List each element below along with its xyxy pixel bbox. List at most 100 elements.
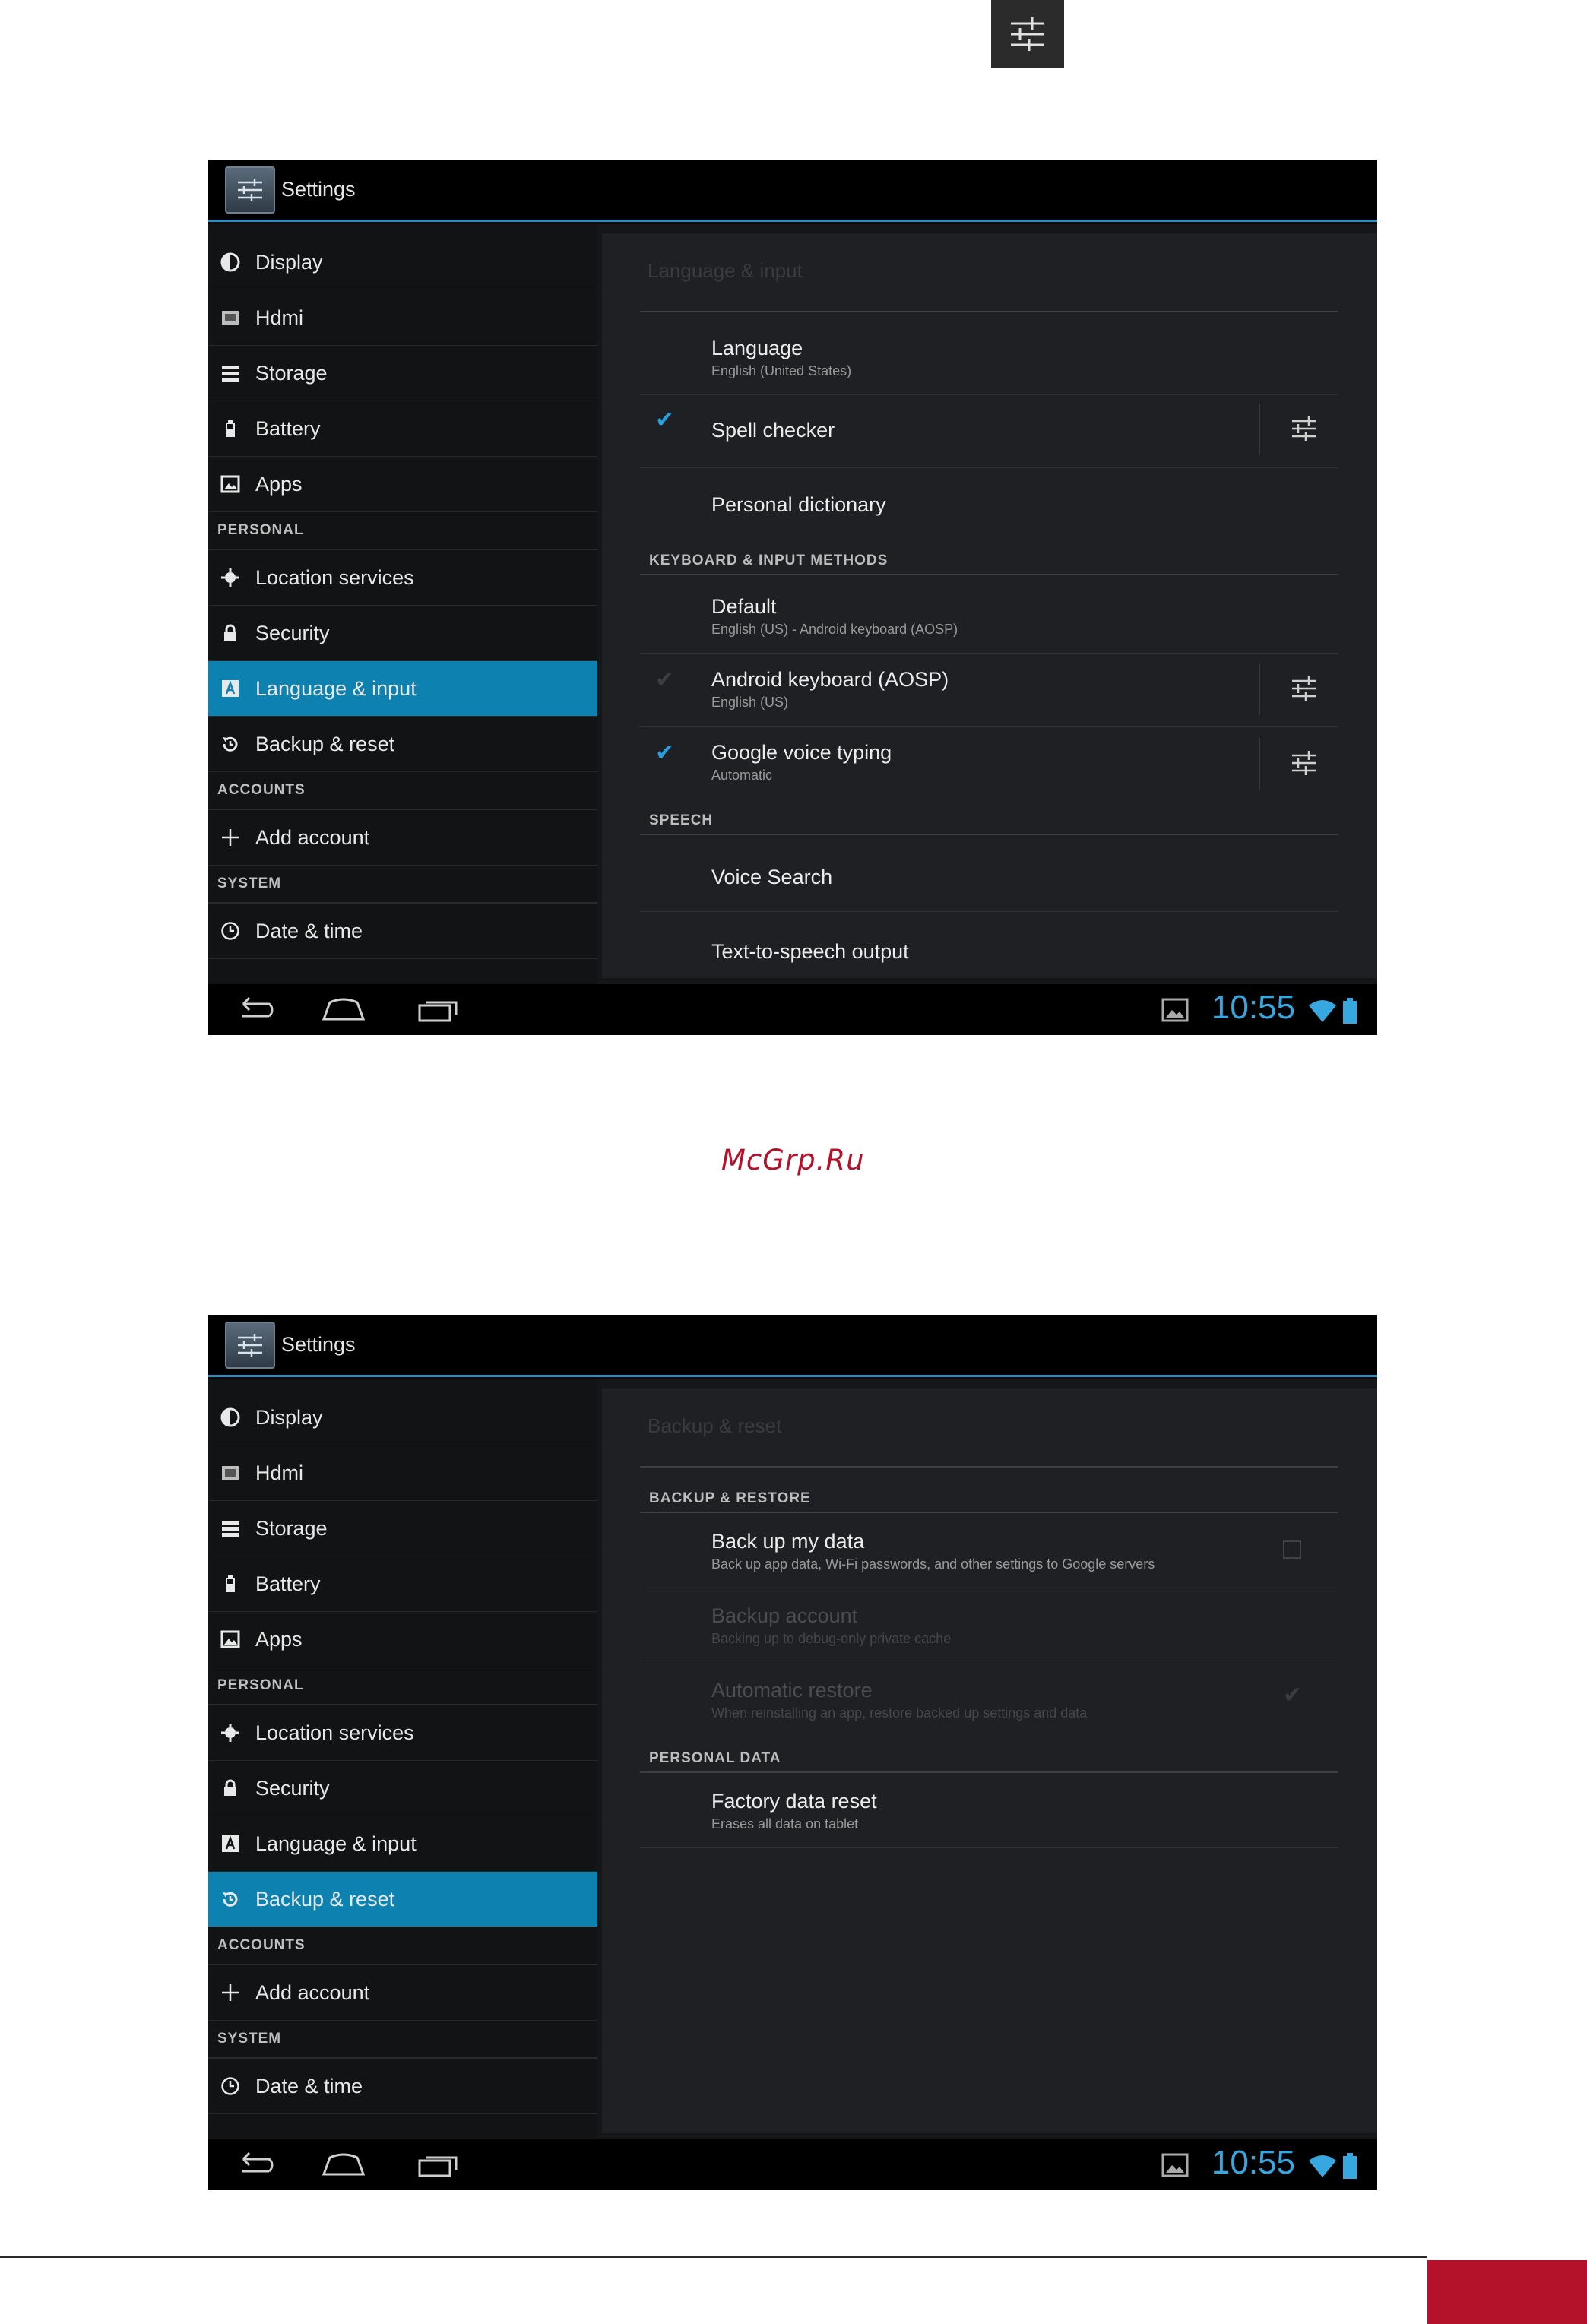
section-header-speech: SPEECH (649, 812, 714, 828)
section-header-system: SYSTEM (208, 866, 597, 904)
section-header-backup-restore: BACKUP & RESTORE (649, 1490, 811, 1506)
text-to-speech-setting[interactable]: Text-to-speech output (711, 940, 909, 964)
sidebar-item-display[interactable]: Display (208, 235, 597, 290)
plus-icon (219, 826, 242, 849)
section-header-personal: PERSONAL (208, 1667, 597, 1705)
android-keyboard-checkbox[interactable]: ✔ (655, 666, 674, 693)
action-bar: Settings (208, 160, 1377, 222)
divider (640, 574, 1338, 575)
battery-icon (219, 1572, 242, 1595)
default-keyboard-setting[interactable]: Default English (US) - Android keyboard … (711, 595, 958, 638)
android-keyboard-setting[interactable]: Android keyboard (AOSP) English (US) (711, 668, 949, 711)
sidebar-item-hdmi[interactable]: Hdmi (208, 1445, 597, 1501)
wifi-icon (1309, 2155, 1336, 2177)
settings-sidebar: Display Hdmi Storage Battery Apps PERSON… (208, 224, 597, 984)
settings-sidebar: Display Hdmi Storage Battery Apps PERSON… (208, 1379, 597, 2139)
back-icon[interactable] (231, 993, 277, 1027)
android-keyboard-settings-icon[interactable] (1289, 673, 1319, 704)
detail-pane: Backup & reset BACKUP & RESTORE Back up … (602, 1388, 1377, 2133)
hdmi-icon (219, 306, 242, 329)
divider (640, 1512, 1338, 1513)
divider (640, 311, 1338, 312)
spell-checker-checkbox[interactable]: ✔ (655, 407, 674, 433)
battery-icon (1343, 998, 1357, 1024)
divider (1259, 738, 1260, 790)
lock-icon (219, 622, 242, 644)
backup-account-setting: Backup account Backing up to debug-only … (711, 1604, 952, 1646)
clock-icon (219, 2075, 242, 2098)
sidebar-item-storage[interactable]: Storage (208, 1501, 597, 1556)
recents-icon[interactable] (415, 993, 461, 1027)
sidebar-item-backup-reset[interactable]: Backup & reset (208, 717, 597, 772)
backup-my-data-checkbox[interactable] (1283, 1540, 1301, 1559)
backup-icon (219, 733, 242, 755)
home-icon[interactable] (319, 2148, 368, 2182)
spell-checker-setting[interactable]: Spell checker (711, 419, 835, 442)
footer-rule (0, 2256, 1427, 2258)
automatic-restore-checkbox: ✔ (1283, 1683, 1303, 1708)
pane-title: Language & input (648, 259, 803, 282)
google-voice-typing-setting[interactable]: Google voice typing Automatic (711, 741, 892, 784)
google-voice-settings-icon[interactable] (1289, 748, 1319, 778)
app-title: Settings (281, 1333, 356, 1356)
divider (640, 1466, 1338, 1468)
footer-brand-tab (1427, 2260, 1587, 2324)
section-header-system: SYSTEM (208, 2021, 597, 2059)
section-header-accounts: ACCOUNTS (208, 1927, 597, 1965)
recents-icon[interactable] (415, 2148, 461, 2182)
location-icon (219, 1721, 242, 1744)
divider (640, 394, 1338, 395)
sidebar-item-storage[interactable]: Storage (208, 346, 597, 401)
storage-icon (219, 362, 242, 385)
divider (640, 911, 1338, 912)
wifi-icon (1309, 1000, 1336, 1022)
sidebar-item-add-account[interactable]: Add account (208, 1965, 597, 2021)
sidebar-item-date-time[interactable]: Date & time (208, 2059, 597, 2114)
sidebar-item-apps[interactable]: Apps (208, 1612, 597, 1667)
sidebar-item-security[interactable]: Security (208, 606, 597, 661)
personal-dictionary-setting[interactable]: Personal dictionary (711, 493, 886, 517)
sidebar-item-security[interactable]: Security (208, 1761, 597, 1816)
gallery-icon (1161, 2153, 1189, 2177)
sidebar-item-hdmi[interactable]: Hdmi (208, 290, 597, 346)
sidebar-item-battery[interactable]: Battery (208, 1556, 597, 1612)
spell-checker-settings-icon[interactable] (1289, 413, 1319, 444)
sidebar-item-display[interactable]: Display (208, 1390, 597, 1445)
settings-app-icon[interactable] (225, 166, 275, 214)
language-setting[interactable]: Language English (United States) (711, 337, 851, 379)
gallery-icon (1161, 998, 1189, 1022)
home-icon[interactable] (319, 993, 368, 1027)
sidebar-item-language-input[interactable]: Language & input (208, 1816, 597, 1872)
clock: 10:55 (1211, 2144, 1295, 2181)
divider (640, 726, 1338, 727)
apps-icon (219, 473, 242, 496)
pane-title: Backup & reset (648, 1414, 782, 1437)
settings-app-icon[interactable] (225, 1321, 275, 1369)
language-icon (219, 677, 242, 700)
app-title: Settings (281, 178, 356, 201)
section-header-personal: PERSONAL (208, 512, 597, 550)
sidebar-item-apps[interactable]: Apps (208, 457, 597, 512)
divider (640, 1847, 1338, 1848)
sidebar-item-battery[interactable]: Battery (208, 401, 597, 457)
voice-search-setting[interactable]: Voice Search (711, 866, 832, 889)
sidebar-item-language-input[interactable]: Language & input (208, 661, 597, 717)
divider (640, 467, 1338, 468)
backup-my-data-setting[interactable]: Back up my data Back up app data, Wi-Fi … (711, 1530, 1155, 1572)
system-nav-bar: 10:55 (208, 984, 1377, 1035)
battery-icon (1343, 2153, 1357, 2179)
sidebar-item-date-time[interactable]: Date & time (208, 904, 597, 959)
section-header-accounts: ACCOUNTS (208, 772, 597, 810)
sidebar-item-location[interactable]: Location services (208, 550, 597, 606)
back-icon[interactable] (231, 2148, 277, 2182)
clock-icon (219, 920, 242, 942)
google-voice-checkbox[interactable]: ✔ (655, 739, 674, 766)
sidebar-item-add-account[interactable]: Add account (208, 810, 597, 866)
storage-icon (219, 1517, 242, 1540)
detail-pane: Language & input Language English (Unite… (602, 233, 1377, 978)
sidebar-item-location[interactable]: Location services (208, 1705, 597, 1761)
sidebar-item-backup-reset[interactable]: Backup & reset (208, 1872, 597, 1927)
factory-data-reset-setting[interactable]: Factory data reset Erases all data on ta… (711, 1790, 877, 1832)
lock-icon (219, 1777, 242, 1800)
plus-icon (219, 1981, 242, 2004)
